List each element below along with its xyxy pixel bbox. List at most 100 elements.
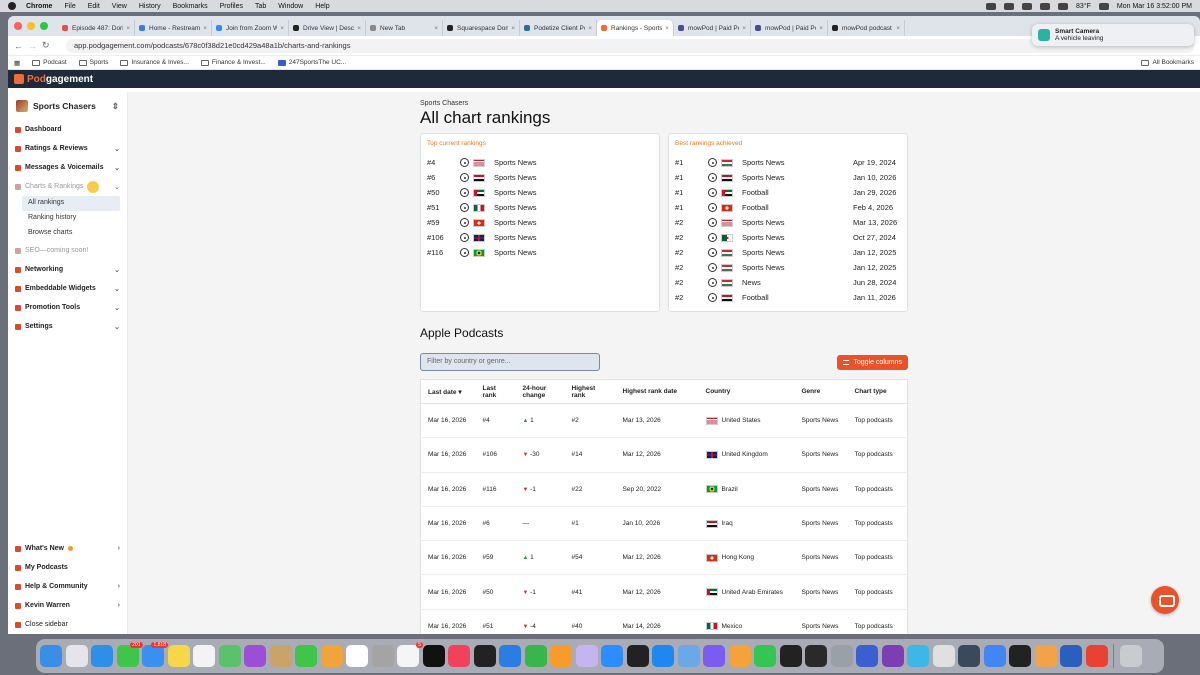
screenshot-icon[interactable] <box>932 645 955 667</box>
col-change[interactable]: 24-hour change <box>515 379 565 404</box>
bookmark-insurance[interactable]: Insurance & Inves... <box>120 59 189 66</box>
freeform-icon[interactable] <box>193 645 215 667</box>
chrome-icon[interactable] <box>983 645 1006 667</box>
toggle-columns-button[interactable]: Toggle columns <box>837 354 908 370</box>
apple-tv-icon[interactable] <box>422 645 445 667</box>
browser-tab[interactable]: Drive View | Descript× <box>289 20 366 36</box>
menu-help[interactable]: Help <box>315 3 329 10</box>
menu-bookmarks[interactable]: Bookmarks <box>173 3 208 10</box>
browser-tab[interactable]: mowPod | Paid Podc× <box>674 20 751 36</box>
messages-icon[interactable]: 201 <box>116 642 143 667</box>
sidebar-item-settings[interactable]: Settings ⌄ <box>8 317 127 336</box>
trash-icon[interactable] <box>1119 645 1142 667</box>
chrome-2-icon[interactable] <box>1085 645 1108 667</box>
camera-app-icon[interactable] <box>958 645 980 667</box>
col-country[interactable]: Country <box>698 379 795 404</box>
show-selector[interactable]: Sports Chasers ⇕ <box>8 92 127 120</box>
activity-monitor-icon[interactable] <box>1009 645 1031 667</box>
facetime-icon[interactable] <box>295 645 317 667</box>
zoom-status-icon[interactable] <box>1022 2 1033 10</box>
weather-temp[interactable]: 83°F <box>1076 3 1091 10</box>
zoom-icon[interactable] <box>601 645 623 667</box>
preview-icon[interactable] <box>371 645 394 667</box>
word-icon[interactable] <box>1060 645 1082 667</box>
sidebar-item-help[interactable]: Help & Community › <box>8 577 127 596</box>
close-window-icon[interactable] <box>14 22 22 30</box>
sidebar-item-charts[interactable]: Charts & Rankings ⌄ <box>8 177 127 196</box>
tab-close-icon[interactable]: × <box>126 25 130 32</box>
tab-close-icon[interactable]: × <box>742 25 746 32</box>
browser-tab[interactable]: Podetize Client Port× <box>520 20 597 36</box>
sidebar-item-my-podcasts[interactable]: My Podcasts <box>8 558 127 577</box>
maximize-window-icon[interactable] <box>40 22 48 30</box>
app-store-icon[interactable] <box>652 645 674 667</box>
tour-app-icon[interactable] <box>473 645 496 667</box>
settings-icon[interactable] <box>830 645 853 667</box>
obs-icon[interactable] <box>575 645 598 667</box>
finder-2-icon[interactable] <box>677 645 700 667</box>
browser-tab[interactable]: Home - Restream × <box>135 20 212 36</box>
calendar-icon[interactable] <box>346 645 368 667</box>
tab-close-icon[interactable]: × <box>434 25 438 32</box>
voice-memos-icon[interactable] <box>805 645 827 667</box>
phone-mirror-icon[interactable] <box>856 645 878 667</box>
maps-icon[interactable] <box>218 645 241 667</box>
col-chart-type[interactable]: Chart type <box>847 379 908 404</box>
photos-icon[interactable] <box>320 645 343 667</box>
sidebar-item-widgets[interactable]: Embeddable Widgets ⌄ <box>8 279 127 298</box>
bookmark-finance[interactable]: Finance & Invest... <box>200 59 266 66</box>
mail-icon[interactable]: 1,818 <box>142 642 168 667</box>
browser-tab[interactable]: Squarespace Doma× <box>443 20 520 36</box>
pencil-app-icon[interactable] <box>728 645 751 667</box>
sidebar-subitem-all-rankings[interactable]: All rankings <box>22 196 120 211</box>
launchpad-icon[interactable] <box>65 645 88 667</box>
chat-support-button[interactable] <box>1151 586 1179 614</box>
finder-icon[interactable] <box>40 645 62 667</box>
speedtest-icon[interactable] <box>626 645 649 667</box>
control-center-icon[interactable] <box>1098 2 1109 10</box>
forward-icon[interactable]: → <box>28 41 42 51</box>
back-icon[interactable]: ← <box>14 41 28 51</box>
status-icon[interactable] <box>986 2 997 10</box>
browser-tab[interactable]: New Tab × <box>366 20 443 36</box>
onenote-icon[interactable] <box>881 645 904 667</box>
reminders-icon[interactable]: 5 <box>397 642 423 667</box>
bookmark-247sports[interactable]: 247SportsThe UC... <box>277 59 346 66</box>
sidebar-item-messages[interactable]: Messages & Voicemails ⌄ <box>8 158 127 177</box>
tab-close-icon[interactable]: × <box>665 25 669 32</box>
col-highest-date[interactable]: Highest rank date <box>615 379 699 404</box>
menu-view[interactable]: View <box>112 3 127 10</box>
col-last-date[interactable]: Last date ▾ <box>420 379 476 404</box>
keynote-icon[interactable] <box>499 645 521 667</box>
sidebar-item-user[interactable]: Kevin Warren › <box>8 596 127 615</box>
browser-tab[interactable]: mowPod | Paid Podc× <box>751 20 828 36</box>
sidebar-item-networking[interactable]: Networking ⌄ <box>8 260 127 279</box>
wifi-icon[interactable] <box>1058 2 1069 10</box>
url-field[interactable]: app.podgagement.com/podcasts/678c0f38d21… <box>66 38 1194 53</box>
sidebar-item-promotion[interactable]: Promotion Tools ⌄ <box>8 298 127 317</box>
xcode-like-icon[interactable] <box>907 645 929 667</box>
sidebar-subitem-ranking-history[interactable]: Ranking history <box>8 211 127 226</box>
menu-tab[interactable]: Tab <box>255 3 266 10</box>
grid-app-icon[interactable] <box>703 645 725 667</box>
sidebar-item-dashboard[interactable]: Dashboard <box>8 120 127 139</box>
menu-edit[interactable]: Edit <box>88 3 100 10</box>
clock[interactable]: Mon Mar 16 3:52:00 PM <box>1117 3 1192 10</box>
battery-icon[interactable] <box>1040 2 1051 10</box>
podgagement-logo[interactable]: Podgagement <box>27 74 93 85</box>
apps-grid-icon[interactable]: ▦ <box>14 59 20 67</box>
col-highest-rank[interactable]: Highest rank <box>564 379 616 404</box>
numbers-icon[interactable] <box>524 645 547 667</box>
menu-history[interactable]: History <box>139 3 161 10</box>
browser-tab[interactable]: Rankings - Sports C× <box>597 20 674 36</box>
bookmark-podcast[interactable]: Podcast <box>32 59 67 66</box>
bookmark-sports[interactable]: Sports <box>78 59 108 66</box>
menu-file[interactable]: File <box>64 3 75 10</box>
menu-window[interactable]: Window <box>278 3 303 10</box>
tab-close-icon[interactable]: × <box>588 25 592 32</box>
safari-icon[interactable] <box>91 645 113 667</box>
sidebar-item-whats-new[interactable]: What's New › <box>8 539 127 558</box>
tab-close-icon[interactable]: × <box>896 25 900 32</box>
reload-icon[interactable]: ↻ <box>42 40 56 51</box>
tab-close-icon[interactable]: × <box>819 25 823 32</box>
